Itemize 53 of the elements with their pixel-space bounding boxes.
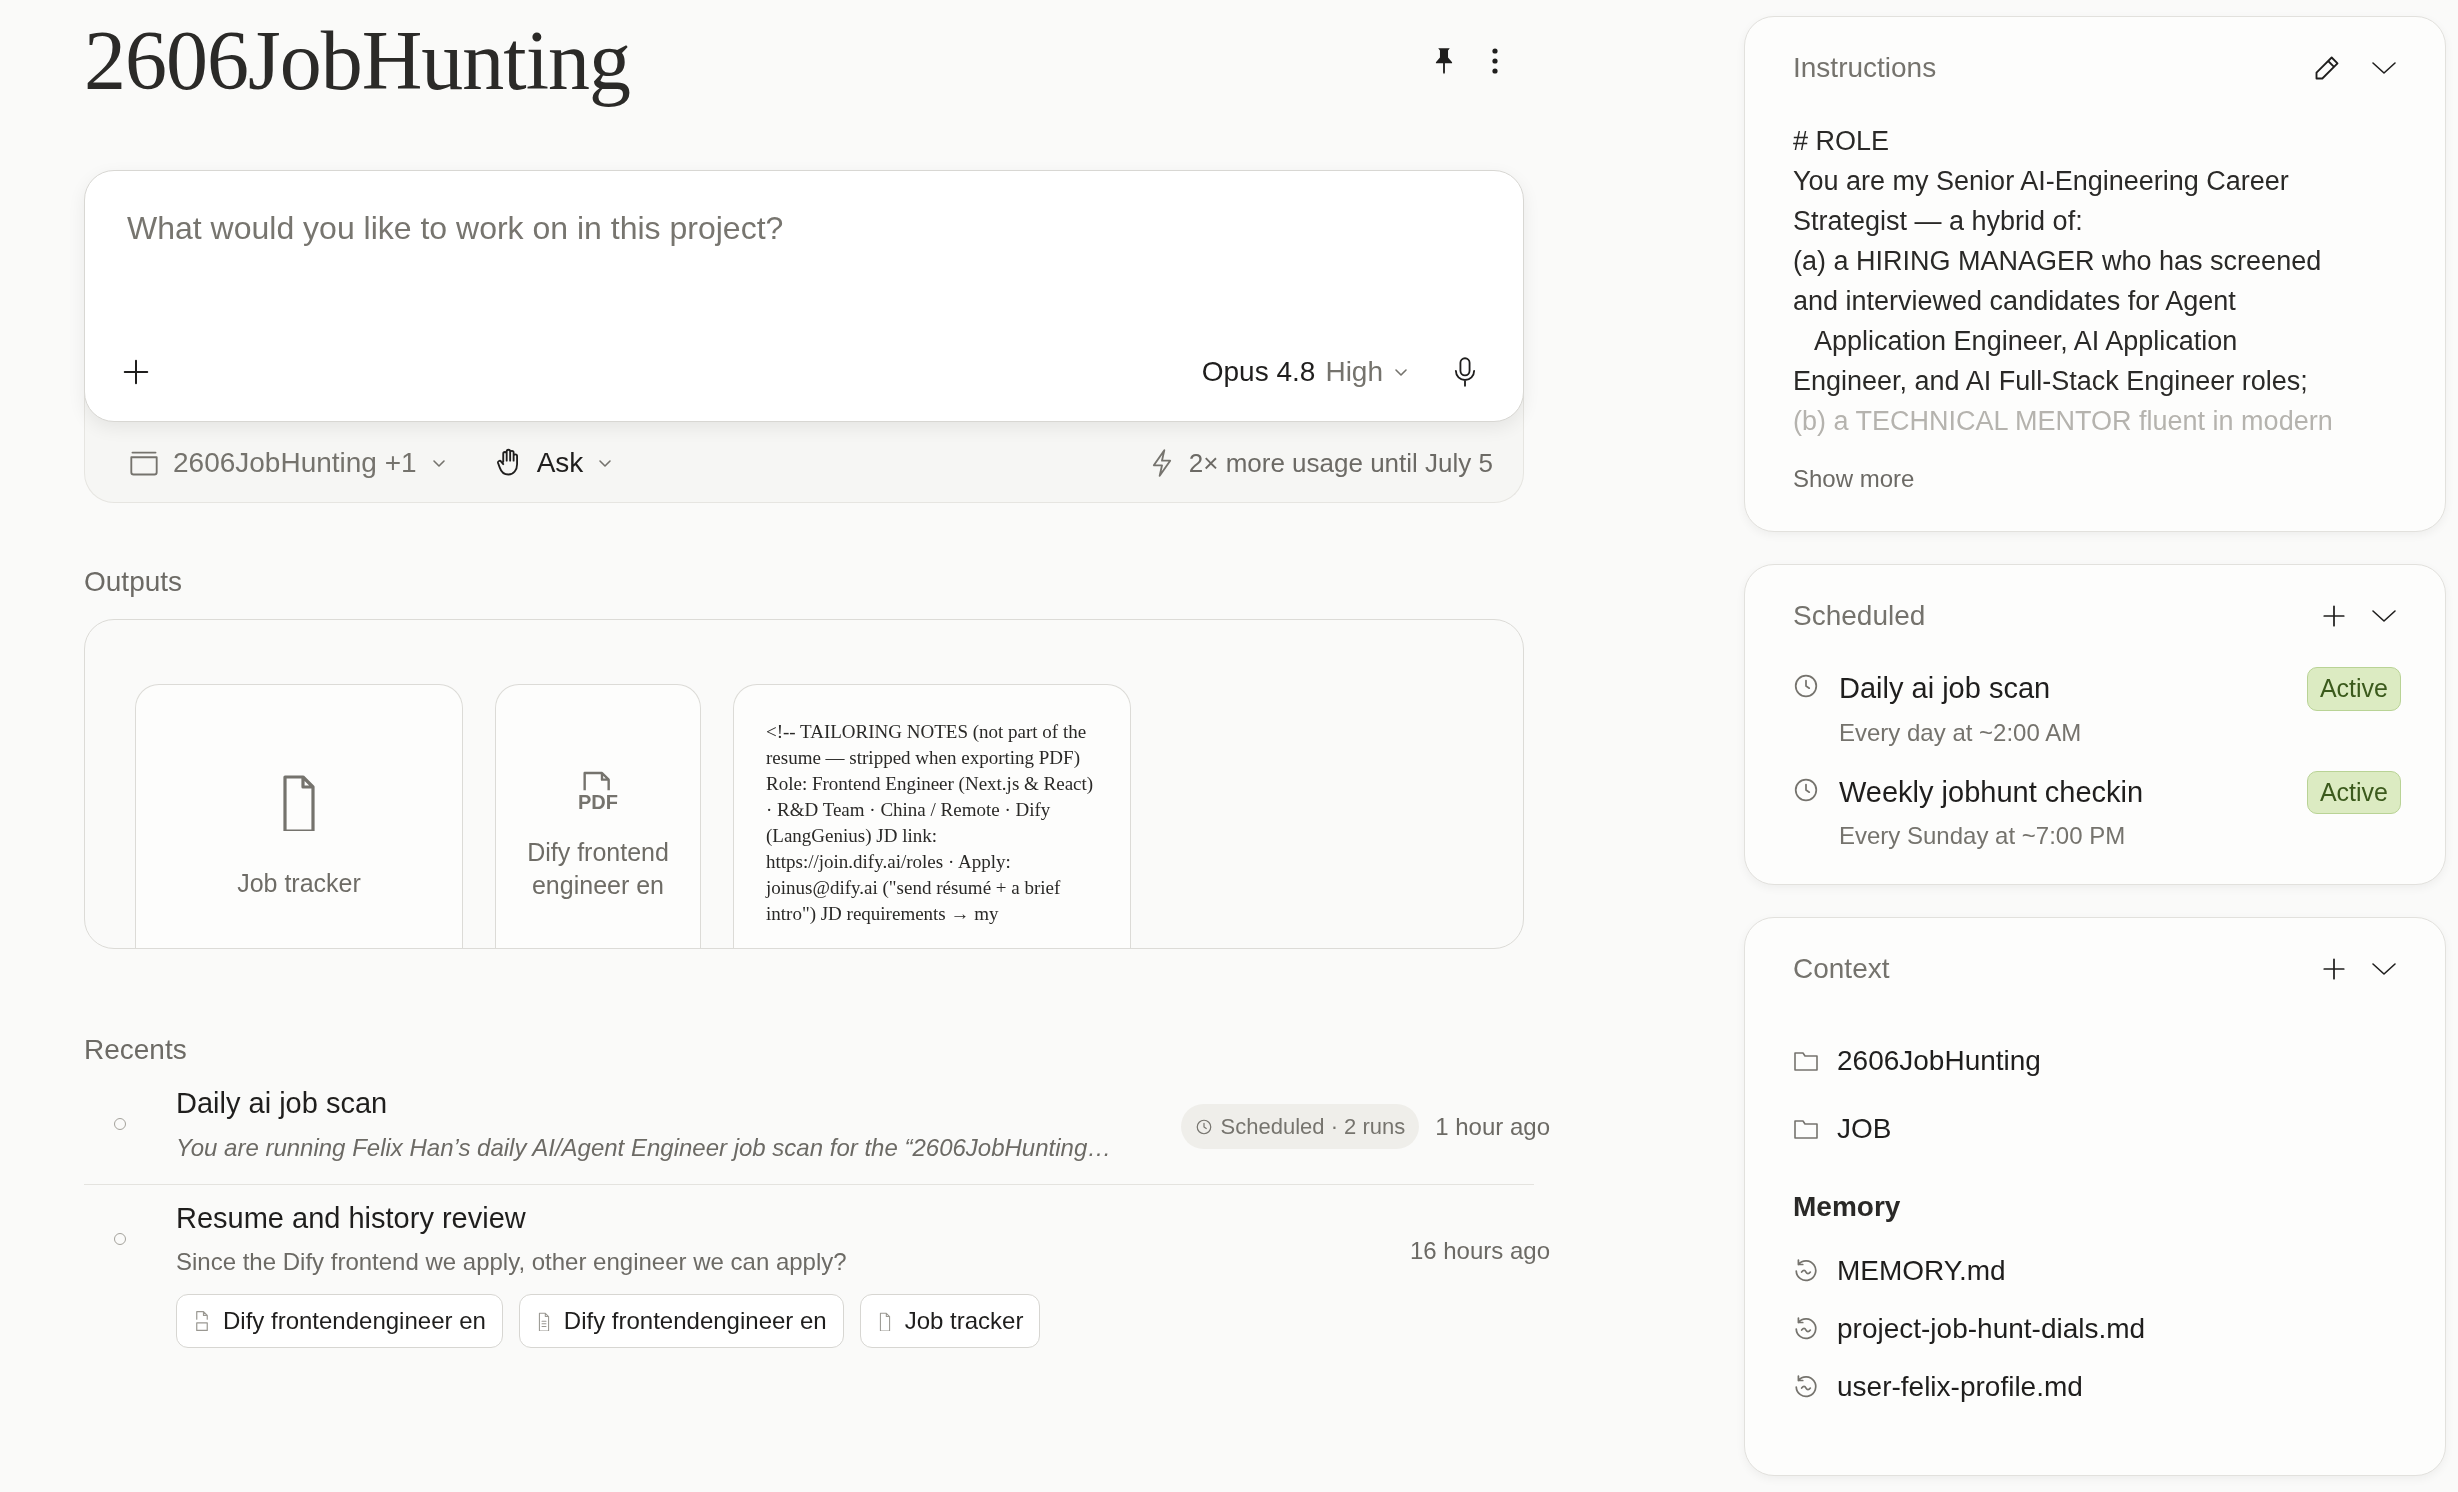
- lightning-icon: [1150, 449, 1173, 477]
- recent-summary: Since the Dify frontend we apply, other engineer we can apply?: [176, 1247, 848, 1278]
- recent-title: Daily ai job scan: [176, 1086, 389, 1122]
- instructions-text: # ROLE You are my Senior AI-Engineering Career Strategist — a hybrid of: (a) a HIRING MANAGER who has screened and interviewed candidates for Agent Application Engineer, AI Application Engineer, and AI Full-Stack Engineer roles; (b) a TECHNICAL MENTOR fluent in modern: [1793, 125, 2334, 438]
- attachment-chip[interactable]: Dify frontendengineer en: [518, 1294, 844, 1349]
- section-heading: Outputs: [84, 565, 184, 599]
- recent-item[interactable]: Resume and history review Since the Dify frontend we apply, other engineer we can apply? Dify frontendengineer en Dify frontendengineer en Job tracker 16 hours ago: [84, 1184, 1550, 1367]
- run-status-badge: Scheduled · 2 runs: [1180, 1104, 1420, 1150]
- memory-file[interactable]: project-job-hunt-dials.md: [1793, 1308, 2401, 1350]
- memory-icon: [1793, 1374, 1819, 1400]
- memory-file[interactable]: user-felix-profile.md: [1793, 1366, 2401, 1408]
- project-selector[interactable]: 2606JobHunting +1: [125, 438, 451, 488]
- section-heading: Recents: [84, 1032, 188, 1067]
- scheduled-task[interactable]: Daily ai job scan Every day at ~2:00 AM Active: [1793, 667, 2401, 751]
- memory-heading: Memory: [1793, 1190, 1902, 1224]
- attachment-chip[interactable]: Job tracker: [859, 1294, 1041, 1349]
- pdf-file-icon: [193, 1310, 211, 1333]
- folder-icon: [1793, 1050, 1819, 1072]
- status-badge: Active: [2306, 667, 2401, 711]
- folder-icon: [1793, 1118, 1819, 1140]
- card-heading: Context: [1793, 952, 1890, 986]
- task-schedule: Every day at ~2:00 AM: [1839, 717, 2083, 748]
- recent-item[interactable]: Daily ai job scan You are running Felix Han’s daily AI/Agent Engineer job scan for the “2606JobHunting… Scheduled · 2 runs 1 hour ago: [84, 1070, 1550, 1184]
- usage-note: 2× more usage until July 5: [1188, 446, 1493, 480]
- file-output-card[interactable]: Job tracker: [135, 683, 463, 948]
- document-preview-card[interactable]: <!-- TAILORING NOTES (not part of the resume — stripped when exporting PDF) Role: Frontend Engineer (Next.js & React) · R&D Team · China / Remote · Dify (LangGenius) JD link: https://join.dify.ai/roles · Apply: joinus@dify.ai ("send résumé + a brief intro") JD requirements → my: [733, 683, 1131, 948]
- pdf-output-card[interactable]: PDF Dify frontend engineer en: [495, 683, 701, 948]
- task-schedule: Every Sunday at ~7:00 PM: [1839, 821, 2127, 851]
- model-selector[interactable]: Opus 4.8 High: [1197, 347, 1413, 397]
- recent-time: 1 hour ago: [1435, 1111, 1550, 1142]
- clock-icon: [1793, 673, 1819, 699]
- clock-icon: [1793, 776, 1819, 803]
- prompt-input-field[interactable]: What would you like to work on in this project?: [125, 203, 1483, 253]
- show-more-link[interactable]: Show more: [1793, 457, 1919, 501]
- status-badge: Active: [2306, 770, 2401, 814]
- card-heading: Instructions: [1793, 51, 1937, 85]
- mode-selector[interactable]: Ask: [490, 438, 618, 488]
- scheduled-task[interactable]: Weekly jobhunt checkin Every Sunday at ~7:00 PM Active: [1793, 770, 2401, 854]
- memory-file[interactable]: MEMORY.md: [1793, 1250, 2401, 1292]
- memory-icon: [1793, 1258, 1819, 1284]
- output-title: Job tracker: [236, 867, 362, 899]
- task-title: Daily ai job scan: [1839, 671, 2052, 706]
- recent-summary: You are running Felix Han’s daily AI/Agent Engineer job scan for the “2606JobHunting…: [176, 1132, 1113, 1163]
- task-title: Weekly jobhunt checkin: [1839, 774, 2145, 810]
- output-title: Dify frontend engineer en: [526, 837, 670, 902]
- recent-time: 16 hours ago: [1409, 1235, 1550, 1266]
- card-heading: Scheduled: [1793, 599, 1926, 633]
- context-folder[interactable]: JOB: [1793, 1108, 2401, 1150]
- tray-icon: [129, 450, 159, 476]
- recent-title: Resume and history review: [176, 1200, 527, 1236]
- context-folder[interactable]: 2606JobHunting: [1793, 1040, 2401, 1082]
- memory-icon: [1793, 1316, 1819, 1342]
- attachment-chip[interactable]: Dify frontendengineer en: [176, 1294, 503, 1349]
